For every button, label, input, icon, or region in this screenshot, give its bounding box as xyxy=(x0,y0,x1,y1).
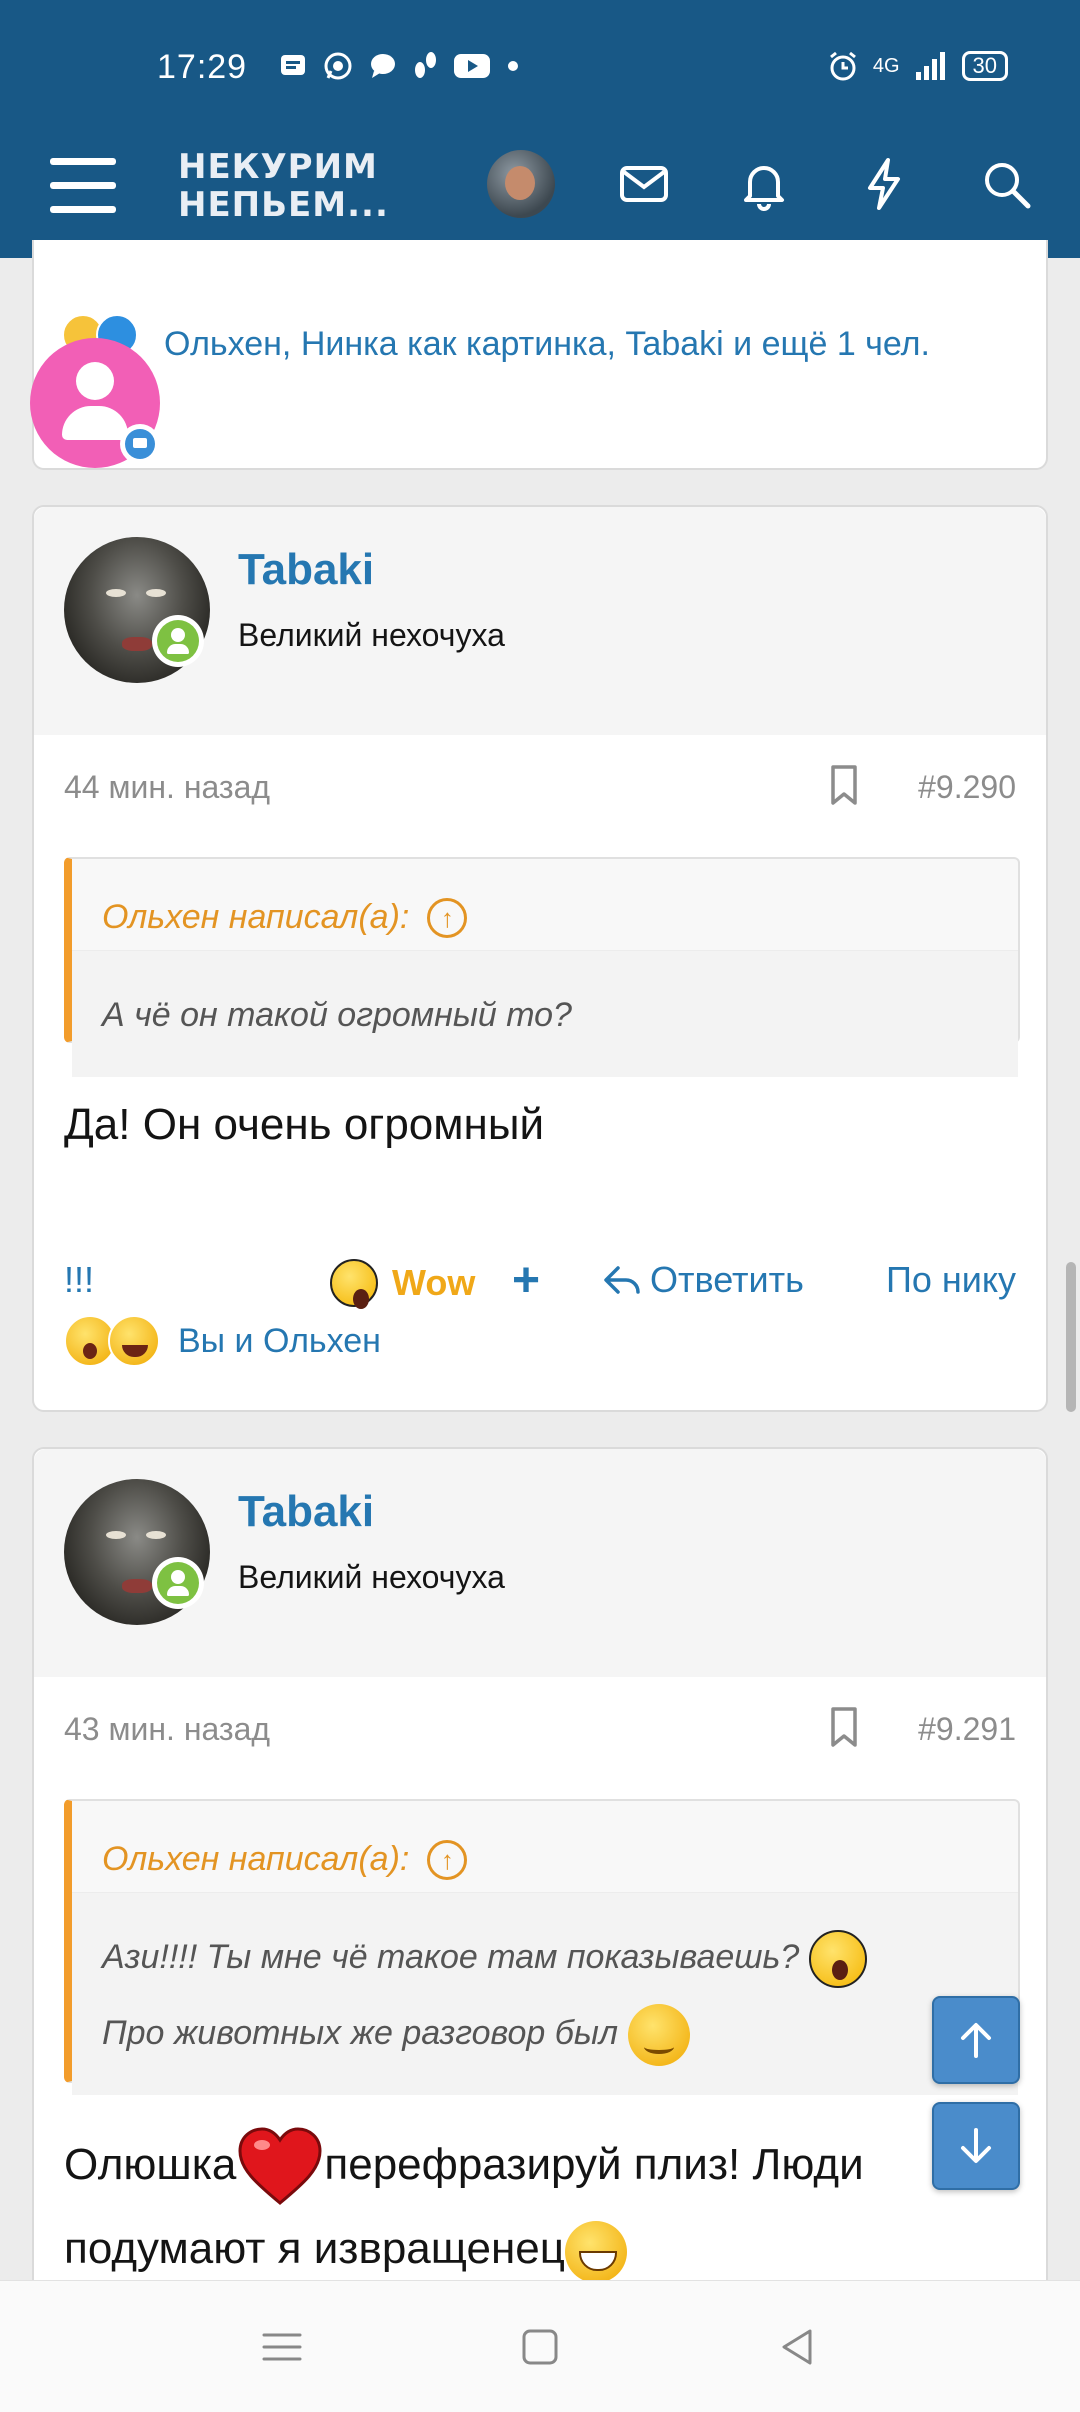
author-title: Великий нехочуха xyxy=(238,617,505,653)
reply-icon xyxy=(604,1266,640,1294)
arrow-up-circle-icon[interactable]: ↑ xyxy=(427,897,468,938)
post-text-part: Олюшка xyxy=(64,2140,237,2189)
arrow-down-icon xyxy=(961,2128,991,2163)
scroll-up-button[interactable] xyxy=(932,1996,1020,2084)
system-nav-bar xyxy=(0,2280,1080,2412)
wow-label: Wow xyxy=(392,1262,476,1303)
post-time[interactable]: 44 мин. назад xyxy=(64,769,270,806)
laugh-reaction-icon xyxy=(108,1315,160,1367)
lightning-icon[interactable] xyxy=(852,152,916,216)
quote-line: Про животных же разговор был xyxy=(102,2014,619,2052)
heart-emoji-icon xyxy=(236,2125,324,2209)
quote-line: А чё он такой огромный то? xyxy=(102,996,572,1034)
wow-emoji-icon xyxy=(330,1259,378,1309)
messages-icon xyxy=(281,55,305,75)
home-icon[interactable] xyxy=(510,2317,570,2377)
post-author-header: Tabaki Великий нехочуха xyxy=(34,1449,1046,1677)
post-number[interactable]: #9.291 xyxy=(918,1711,1016,1748)
network-type: 4G xyxy=(872,54,900,77)
status-time: 17:29 xyxy=(157,48,248,86)
post-text-part: подумают я извращенец xyxy=(64,2224,565,2274)
online-status-icon xyxy=(152,615,204,667)
post-text-part: перефразируй плиз! Люди xyxy=(324,2140,864,2189)
quote-author: Ольхен написал(а): xyxy=(102,898,410,936)
arrow-up-icon xyxy=(961,2023,991,2058)
logo-line-1: НЕКУРИМ xyxy=(178,147,378,187)
quote-author-link[interactable]: Ольхен написал(а): ↑ xyxy=(72,859,1018,951)
reply-button[interactable]: Ответить xyxy=(602,1259,804,1301)
app-header: 17:29 4G 30 НЕКУРИМ НЕПЬЕМ... xyxy=(0,0,1080,258)
post-body-text: Да! Он очень огромный xyxy=(64,1100,545,1149)
post-author-header: Tabaki Великий нехочуха xyxy=(34,507,1046,735)
post-body-text: Олюшка перефразируй плиз! Люди подумают я… xyxy=(64,2125,1024,2289)
quote-block: Ольхен написал(а): ↑ Ази!!!! Ты мне чё т… xyxy=(64,1799,1020,2095)
blushing-emoji-icon xyxy=(627,2004,690,2067)
post-card-previous: Ольхен, Нинка как картинка, Tabaki и ещё… xyxy=(32,240,1048,470)
bell-icon[interactable] xyxy=(732,152,796,216)
logo-line-2: НЕПЬЕМ... xyxy=(178,185,389,225)
menu-icon[interactable] xyxy=(50,158,116,216)
bookmark-icon[interactable] xyxy=(824,1705,864,1749)
quote-block: Ольхен написал(а): ↑ А чё он такой огром… xyxy=(64,857,1020,1077)
reactions-bar: Вы и Ольхен xyxy=(64,1311,381,1371)
reply-label: Ответить xyxy=(650,1259,804,1300)
arrow-up-circle-icon[interactable]: ↑ xyxy=(427,1839,468,1880)
author-username[interactable]: Tabaki xyxy=(238,545,374,595)
system-icons: 4G 30 xyxy=(827,50,1008,82)
user-avatar[interactable] xyxy=(487,150,555,218)
wow-reaction-button[interactable]: Wow xyxy=(330,1259,476,1309)
by-nick-button[interactable]: По нику xyxy=(886,1259,1016,1301)
scroll-down-button[interactable] xyxy=(932,2102,1020,2190)
exclaim-button[interactable]: !!! xyxy=(64,1259,94,1301)
post-time[interactable]: 43 мин. назад xyxy=(64,1711,270,1748)
bookmark-icon[interactable] xyxy=(824,763,864,807)
quote-line: Ази!!!! Ты мне чё такое там показываешь? xyxy=(102,1938,800,1976)
post-actions: !!! Wow + Ответить По нику xyxy=(34,1254,1046,1319)
quote-author-link[interactable]: Ольхен написал(а): ↑ xyxy=(72,1801,1018,1893)
status-bar: 17:29 4G 30 xyxy=(0,0,1080,130)
reaction-users-link[interactable]: Вы и Ольхен xyxy=(178,1322,381,1361)
mail-icon[interactable] xyxy=(612,152,676,216)
author-title: Великий нехочуха xyxy=(238,1559,505,1595)
signal-icon xyxy=(915,52,945,80)
grinning-emoji-icon xyxy=(564,2220,627,2283)
add-reaction-button[interactable]: + xyxy=(512,1253,540,1308)
search-icon[interactable] xyxy=(974,152,1038,216)
quote-text: А чё он такой огромный то? xyxy=(72,951,1018,1077)
app-bar: НЕКУРИМ НЕПЬЕМ... xyxy=(0,130,1080,258)
youtube-icon xyxy=(454,54,490,78)
notification-icons xyxy=(278,50,520,82)
battery-indicator: 30 xyxy=(961,51,1008,81)
page-scrollbar[interactable] xyxy=(1066,1262,1076,1412)
quote-author: Ольхен написал(а): xyxy=(102,1840,410,1878)
steps-icon xyxy=(415,52,436,78)
shocked-emoji-icon xyxy=(808,1930,867,1989)
recent-apps-icon[interactable] xyxy=(252,2317,312,2377)
chat-icon xyxy=(371,54,395,78)
site-logo[interactable]: НЕКУРИМ НЕПЬЕМ... xyxy=(178,148,389,224)
post-number[interactable]: #9.290 xyxy=(918,769,1016,806)
back-icon[interactable] xyxy=(768,2317,828,2377)
whatsapp-icon xyxy=(324,52,352,80)
author-username[interactable]: Tabaki xyxy=(238,1487,374,1537)
reaction-users-link[interactable]: Ольхен, Нинка как картинка, Tabaki и ещё… xyxy=(164,318,964,370)
quote-text: Ази!!!! Ты мне чё такое там показываешь?… xyxy=(72,1893,1018,2095)
post-card: Tabaki Великий нехочуха 43 мин. назад #9… xyxy=(32,1447,1048,2347)
dot-icon xyxy=(508,61,518,71)
alarm-icon xyxy=(829,51,856,81)
message-badge-icon xyxy=(120,424,160,464)
post-card: Tabaki Великий нехочуха 44 мин. назад #9… xyxy=(32,505,1048,1412)
online-status-icon xyxy=(152,1557,204,1609)
